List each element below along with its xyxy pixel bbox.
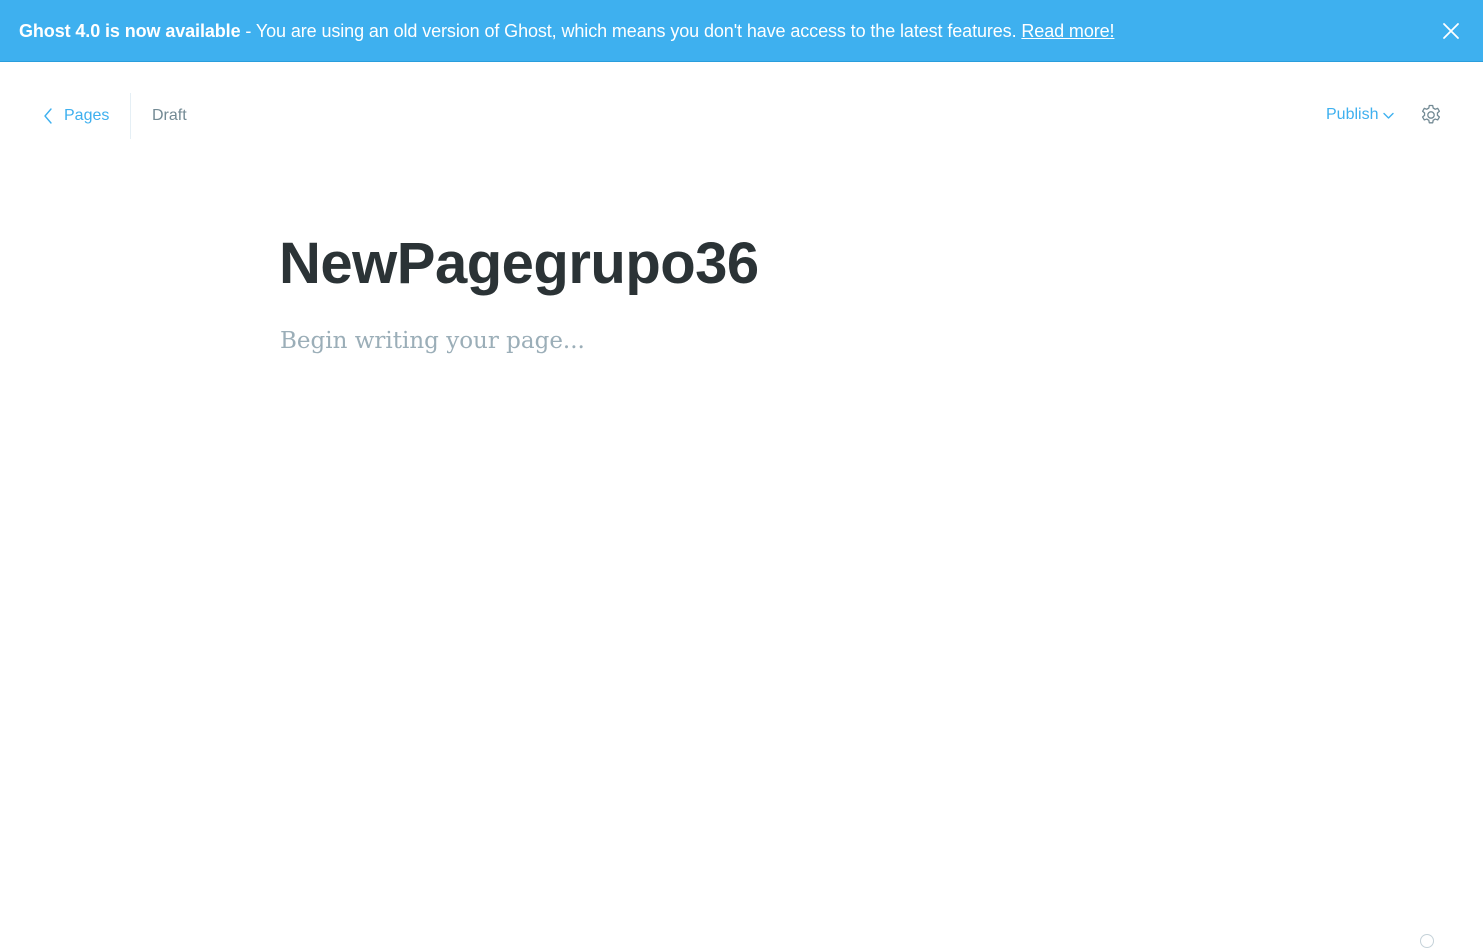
banner-body: - You are using an old version of Ghost,… (240, 21, 1022, 41)
read-more-link[interactable]: Read more! (1021, 21, 1114, 41)
post-body-editor[interactable]: Begin writing your page... (280, 324, 585, 358)
editor-header: Pages Draft Publish (0, 63, 1483, 169)
upgrade-banner: Ghost 4.0 is now available - You are usi… (0, 0, 1483, 62)
back-to-pages-link[interactable]: Pages (42, 105, 109, 127)
publish-menu-button[interactable]: Publish (1326, 106, 1395, 124)
post-title-input[interactable]: NewPagegrupo36 (279, 226, 759, 302)
chevron-down-icon (1383, 112, 1395, 119)
chevron-left-icon (44, 108, 52, 124)
banner-message: Ghost 4.0 is now available - You are usi… (19, 19, 1115, 43)
help-icon[interactable] (1420, 934, 1434, 948)
banner-headline: Ghost 4.0 is now available (19, 21, 241, 41)
close-icon[interactable] (1440, 20, 1462, 42)
back-link-label: Pages (64, 107, 110, 124)
post-status: Draft (152, 107, 187, 124)
header-divider (130, 93, 131, 139)
publish-label: Publish (1326, 106, 1379, 123)
gear-icon[interactable] (1419, 103, 1443, 127)
